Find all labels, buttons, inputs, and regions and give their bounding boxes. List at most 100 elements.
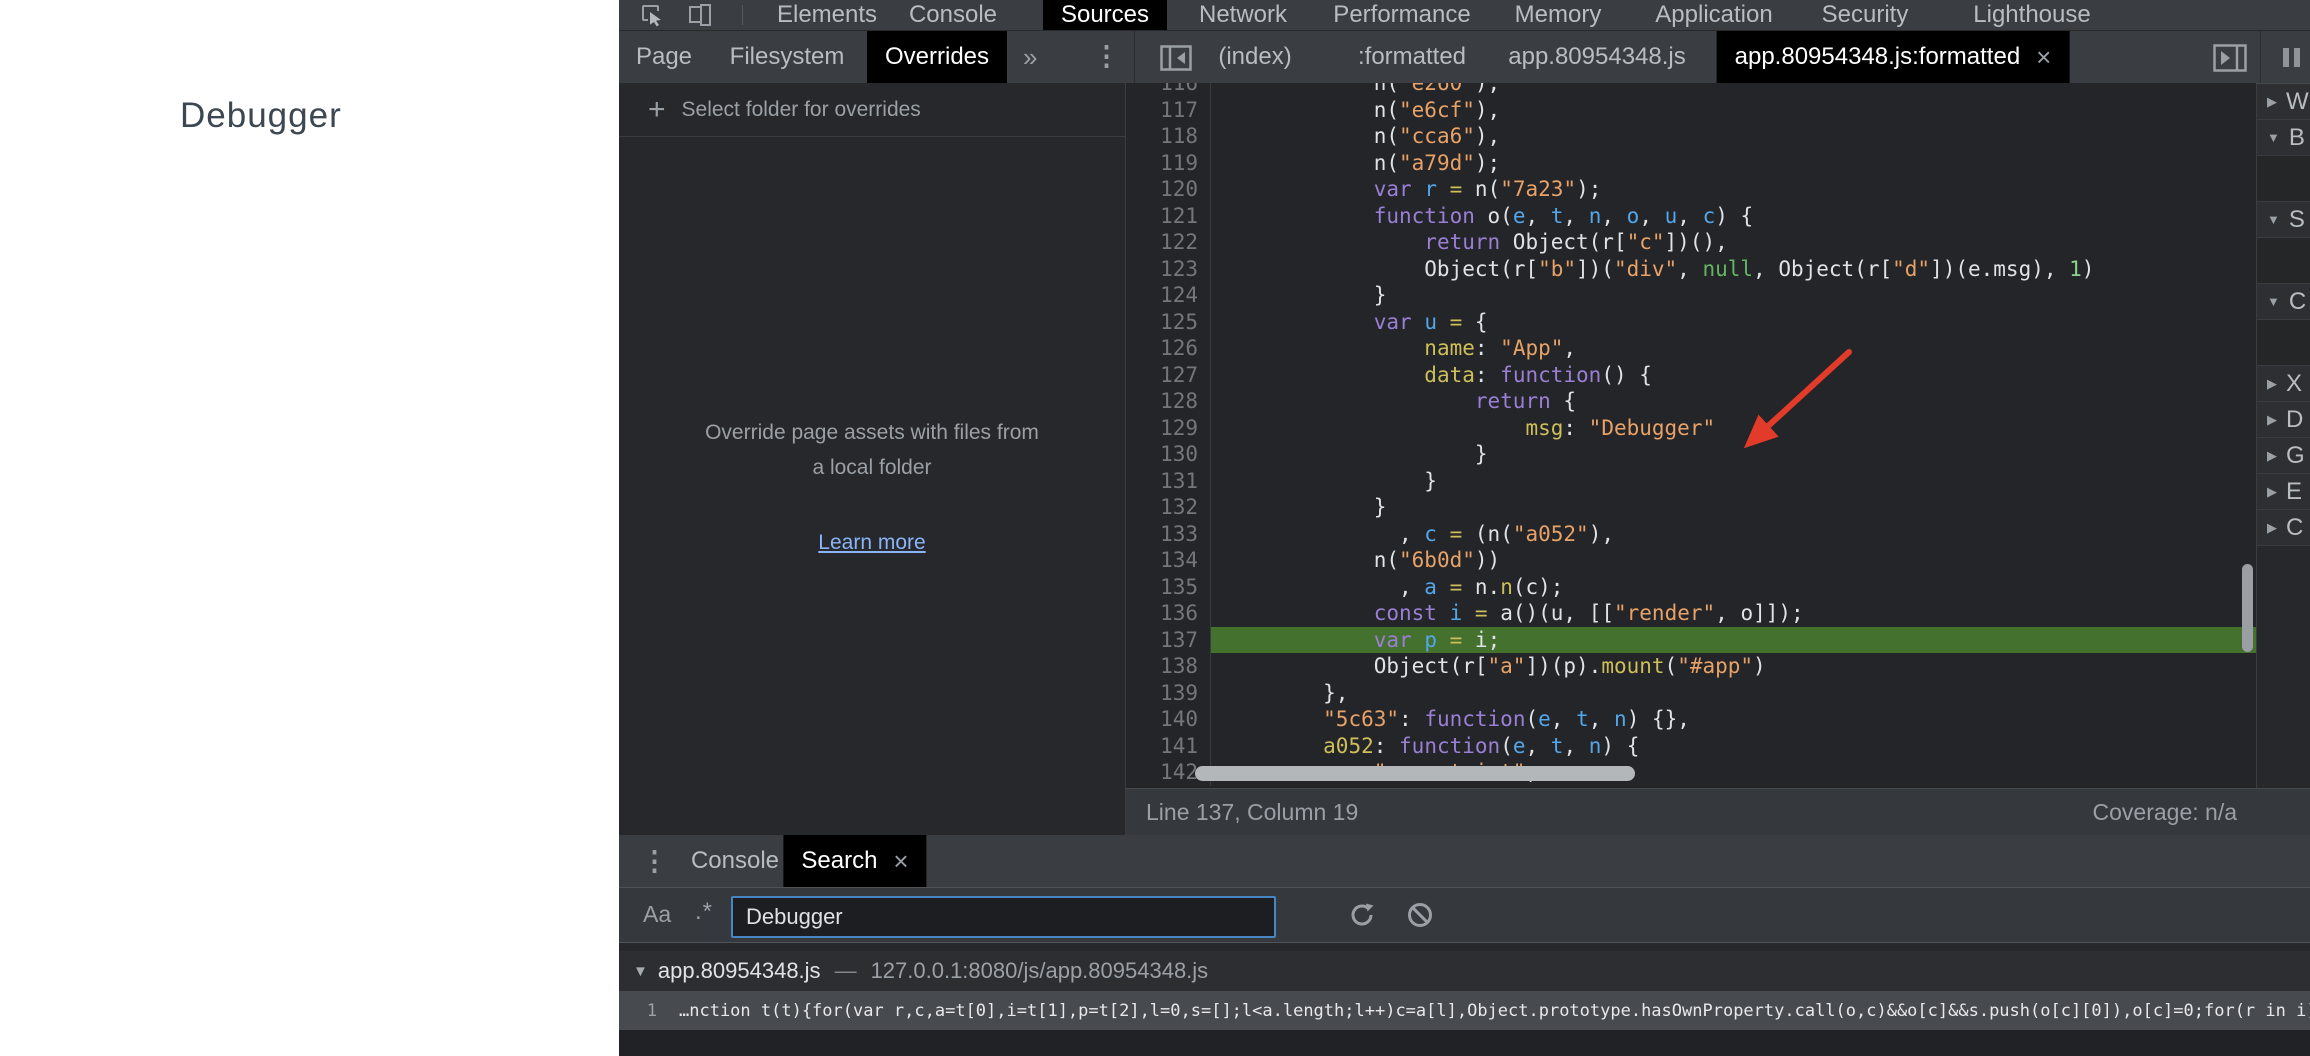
sidebar-section-e-7[interactable]: ▶E	[2257, 474, 2310, 510]
match-case-toggle[interactable]: Aa	[643, 901, 671, 928]
line-number[interactable]: 136	[1126, 600, 1210, 627]
drawer-tab-console[interactable]: Console	[673, 835, 797, 887]
close-icon[interactable]: ×	[893, 848, 908, 874]
line-content[interactable]: const i = a()(u, [["render", o]]);	[1210, 600, 2256, 627]
line-content[interactable]: var r = n("7a23");	[1210, 176, 2256, 203]
line-content[interactable]: data: function() {	[1210, 362, 2256, 389]
line-number[interactable]: 133	[1126, 521, 1210, 548]
line-content[interactable]: var p = i;	[1210, 627, 2256, 654]
overflow-chevron-icon[interactable]: »	[1023, 42, 1037, 73]
sidebar-section-x-4[interactable]: ▶X	[2257, 366, 2310, 402]
select-folder-button[interactable]: + Select folder for overrides	[619, 83, 1125, 137]
tab-elements[interactable]: Elements	[759, 0, 895, 30]
sidebar-section-w-0[interactable]: ▶W	[2257, 84, 2310, 120]
line-content[interactable]: return {	[1210, 388, 2256, 415]
tab-lighthouse[interactable]: Lighthouse	[1955, 0, 2108, 30]
line-content[interactable]: n("a79d");	[1210, 150, 2256, 177]
collapse-panel-icon[interactable]	[1160, 45, 1192, 71]
learn-more-link[interactable]: Learn more	[818, 531, 925, 554]
tab-memory[interactable]: Memory	[1497, 0, 1620, 30]
nav-tab-overrides[interactable]: Overrides	[867, 31, 1007, 83]
sidebar-section-c-8[interactable]: ▶C	[2257, 510, 2310, 546]
tab-security[interactable]: Security	[1804, 0, 1927, 30]
regex-toggle[interactable]: .*	[695, 898, 713, 926]
file-tab-app-80954348-js[interactable]: app.80954348.js	[1490, 31, 1704, 83]
line-number[interactable]: 123	[1126, 256, 1210, 283]
file-tab-index[interactable]: (index)	[1200, 31, 1309, 83]
inspect-element-icon[interactable]	[640, 3, 664, 27]
line-content[interactable]: , c = (n("a052"),	[1210, 521, 2256, 548]
drawer-tab-search[interactable]: Search×	[783, 835, 926, 887]
line-number[interactable]: 129	[1126, 415, 1210, 442]
line-number[interactable]: 139	[1126, 680, 1210, 707]
sidebar-section-d-5[interactable]: ▶D	[2257, 402, 2310, 438]
tab-sources[interactable]: Sources	[1043, 0, 1167, 30]
line-number[interactable]: 118	[1126, 123, 1210, 150]
line-number[interactable]: 124	[1126, 282, 1210, 309]
line-content[interactable]: Object(r["a"])(p).mount("#app")	[1210, 653, 2256, 680]
line-number[interactable]: 130	[1126, 441, 1210, 468]
line-content[interactable]: n("e6cf"),	[1210, 97, 2256, 124]
line-number[interactable]: 119	[1126, 150, 1210, 177]
search-result-file-row[interactable]: ▼ app.80954348.js — 127.0.0.1:8080/js/ap…	[619, 951, 2310, 991]
line-content[interactable]: return Object(r["c"])(),	[1210, 229, 2256, 256]
line-content[interactable]: },	[1210, 680, 2256, 707]
line-number[interactable]: 128	[1126, 388, 1210, 415]
sidebar-section-g-6[interactable]: ▶G	[2257, 438, 2310, 474]
line-content[interactable]: "5c63": function(e, t, n) {},	[1210, 706, 2256, 733]
line-content[interactable]: a052: function(e, t, n) {	[1210, 733, 2256, 760]
expand-triangle-icon[interactable]: ▼	[633, 963, 648, 980]
line-number[interactable]: 125	[1126, 309, 1210, 336]
sidebar-section-b-1[interactable]: ▼B	[2257, 120, 2310, 156]
line-number[interactable]: 116	[1126, 83, 1210, 97]
line-content[interactable]: }	[1210, 468, 2256, 495]
sidebar-section-c-3[interactable]: ▼C	[2257, 284, 2310, 320]
line-number[interactable]: 137	[1126, 627, 1210, 654]
device-toolbar-icon[interactable]	[688, 3, 712, 27]
line-number[interactable]: 126	[1126, 335, 1210, 362]
line-number[interactable]: 131	[1126, 468, 1210, 495]
nav-tab-page[interactable]: Page	[618, 31, 710, 83]
line-number[interactable]: 127	[1126, 362, 1210, 389]
line-number[interactable]: 138	[1126, 653, 1210, 680]
file-tab-formatted[interactable]: :formatted	[1340, 31, 1484, 83]
drawer-menu-icon[interactable]: ⋮	[641, 846, 668, 877]
line-content[interactable]: var u = {	[1210, 309, 2256, 336]
tab-network[interactable]: Network	[1181, 0, 1305, 30]
line-number[interactable]: 117	[1126, 97, 1210, 124]
line-content[interactable]: Object(r["b"])("div", null, Object(r["d"…	[1210, 256, 2256, 283]
line-content[interactable]: n("e260"),	[1210, 83, 2256, 97]
tab-performance[interactable]: Performance	[1315, 0, 1488, 30]
line-number[interactable]: 120	[1126, 176, 1210, 203]
tab-application[interactable]: Application	[1637, 0, 1790, 30]
horizontal-scrollbar[interactable]	[1195, 766, 1635, 781]
pause-script-icon[interactable]	[2279, 31, 2310, 83]
line-number[interactable]: 135	[1126, 574, 1210, 601]
clear-icon[interactable]	[1406, 901, 1434, 929]
line-content[interactable]: name: "App",	[1210, 335, 2256, 362]
line-content[interactable]: }	[1210, 282, 2256, 309]
line-number[interactable]: 134	[1126, 547, 1210, 574]
line-content[interactable]: n("6b0d"))	[1210, 547, 2256, 574]
vertical-scrollbar[interactable]	[2242, 564, 2253, 652]
line-number[interactable]: 132	[1126, 494, 1210, 521]
line-content[interactable]: }	[1210, 441, 2256, 468]
line-content[interactable]: msg: "Debugger"	[1210, 415, 2256, 442]
search-result-match-row[interactable]: 1 …nction t(t){for(var r,c,a=t[0],i=t[1]…	[619, 991, 2310, 1030]
close-icon[interactable]: ×	[2036, 44, 2051, 70]
refresh-icon[interactable]	[1348, 901, 1376, 929]
tab-console[interactable]: Console	[891, 0, 1015, 30]
line-content[interactable]: , a = n.n(c);	[1210, 574, 2256, 601]
line-content[interactable]: n("cca6"),	[1210, 123, 2256, 150]
file-tab-app-80954348-js-formatted[interactable]: app.80954348.js:formatted×	[1717, 31, 2070, 83]
more-menu-icon[interactable]: ⋮	[1093, 41, 1120, 72]
line-number[interactable]: 140	[1126, 706, 1210, 733]
line-content[interactable]: function o(e, t, n, o, u, c) {	[1210, 203, 2256, 230]
code-editor[interactable]: 116 n("e260"),117 n("e6cf"),118 n("cca6"…	[1126, 83, 2256, 788]
line-number[interactable]: 141	[1126, 733, 1210, 760]
sidebar-section-s-2[interactable]: ▼S	[2257, 202, 2310, 238]
search-input[interactable]	[731, 896, 1276, 938]
show-sidebar-icon[interactable]	[2213, 44, 2247, 72]
line-content[interactable]: }	[1210, 494, 2256, 521]
nav-tab-filesystem[interactable]: Filesystem	[712, 31, 863, 83]
